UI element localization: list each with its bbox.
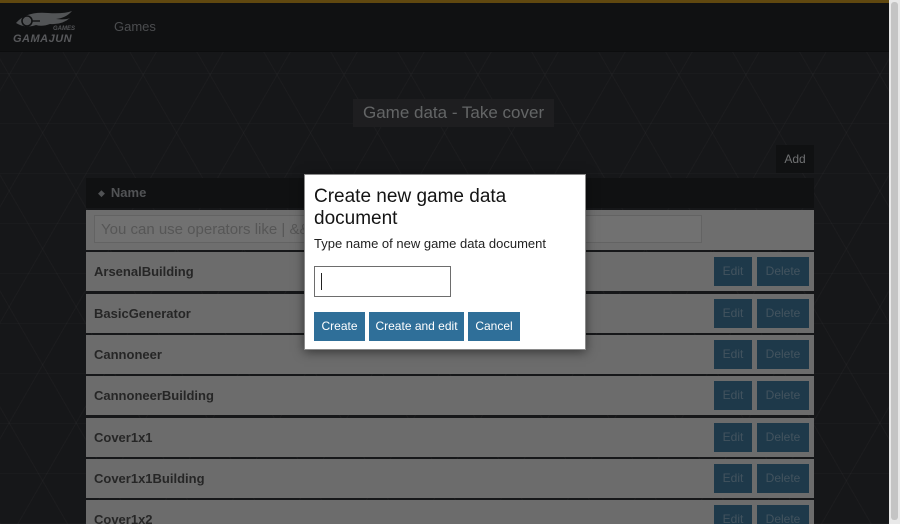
document-name-input[interactable] [314,266,451,297]
create-document-dialog: Create new game data document Type name … [304,174,586,350]
create-and-edit-button[interactable]: Create and edit [369,312,464,341]
cancel-button[interactable]: Cancel [468,312,520,341]
scrollbar-thumb[interactable] [891,2,898,520]
vertical-scrollbar[interactable] [889,0,900,524]
text-caret [321,273,322,290]
app-window: GAMES GAMAJUN Games Game data - Take cov… [0,0,889,524]
dialog-description: Type name of new game data document [314,236,546,251]
create-button[interactable]: Create [314,312,365,341]
dialog-title: Create new game data document [314,186,507,229]
